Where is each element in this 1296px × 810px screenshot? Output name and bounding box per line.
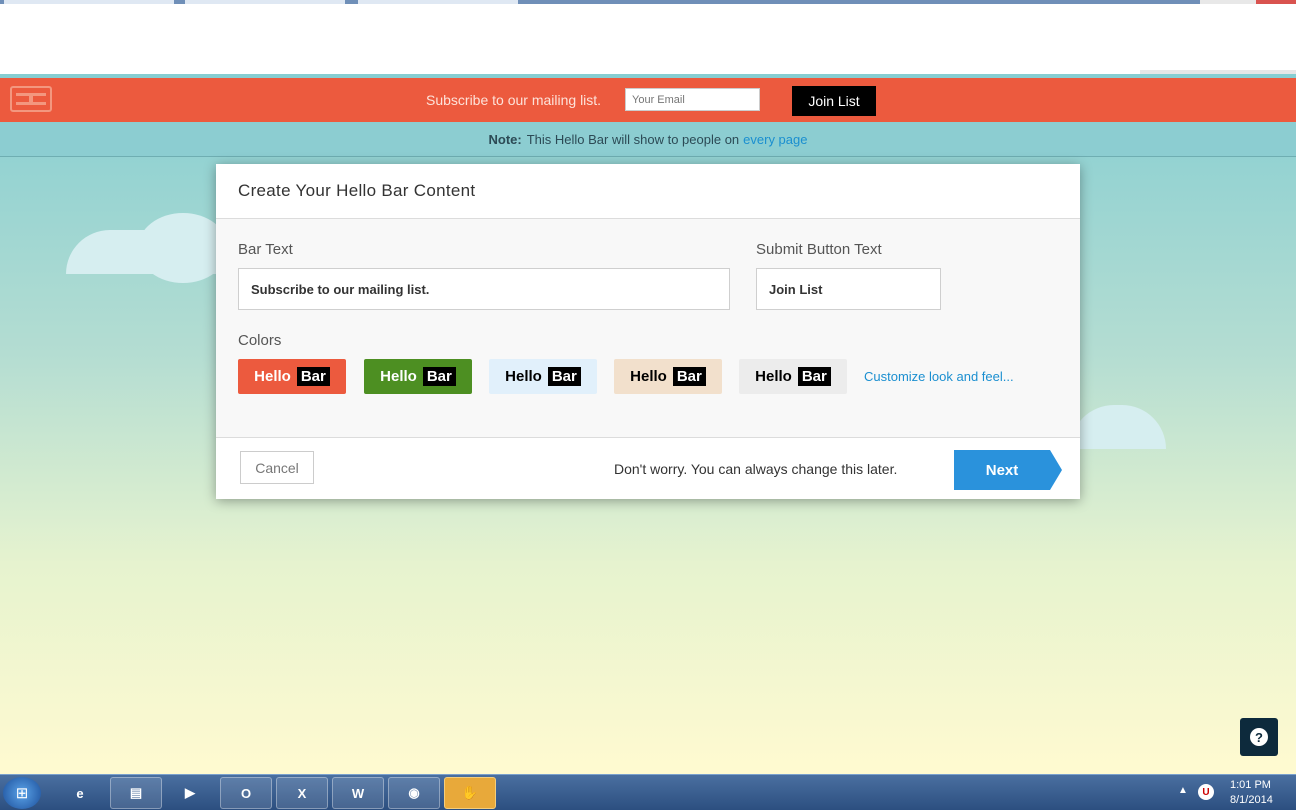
footer-note: Don't worry. You can always change this … bbox=[614, 461, 898, 477]
swatch-bar-tag: Bar bbox=[672, 367, 706, 386]
file-explorer-icon[interactable]: ▤ bbox=[110, 777, 162, 809]
color-swatch-beige[interactable]: Hello Bar bbox=[614, 359, 722, 394]
windows-start-icon[interactable]: ⊞ bbox=[3, 777, 41, 809]
tray-expand-icon[interactable]: ▲ bbox=[1178, 785, 1188, 796]
swatch-bar-tag: Bar bbox=[422, 367, 456, 386]
every-page-link[interactable]: every page bbox=[743, 132, 807, 147]
color-swatch-gray[interactable]: Hello Bar bbox=[739, 359, 847, 394]
customize-look-link[interactable]: Customize look and feel... bbox=[864, 369, 1014, 384]
media-player-icon[interactable]: ▶ bbox=[164, 777, 216, 809]
handshake-icon[interactable]: ✋ bbox=[444, 777, 496, 809]
cancel-button[interactable]: Cancel bbox=[240, 451, 314, 484]
note-text: This Hello Bar will show to people on bbox=[526, 131, 740, 147]
swatch-hello-text: Hello bbox=[380, 368, 417, 385]
hello-bar-email-input[interactable] bbox=[625, 88, 760, 111]
swatch-bar-tag: Bar bbox=[296, 367, 330, 386]
hello-bar-preview: Subscribe to our mailing list. Join List bbox=[0, 78, 1296, 122]
create-content-modal: Create Your Hello Bar Content Bar Text S… bbox=[216, 164, 1080, 499]
question-icon: ? bbox=[1250, 728, 1268, 746]
chrome-icon[interactable]: ◉ bbox=[388, 777, 440, 809]
submit-button-text-label: Submit Button Text bbox=[756, 241, 882, 258]
outlook-icon[interactable]: O bbox=[220, 777, 272, 809]
note-bar: Note: This Hello Bar will show to people… bbox=[0, 122, 1296, 157]
note-label: Note: bbox=[488, 131, 522, 147]
swatch-hello-text: Hello bbox=[254, 368, 291, 385]
color-swatch-red[interactable]: Hello Bar bbox=[238, 359, 346, 394]
submit-button-text-input[interactable] bbox=[756, 268, 941, 310]
swatch-bar-tag: Bar bbox=[797, 367, 831, 386]
browser-toolbar-area bbox=[4, 4, 1296, 74]
swatch-bar-tag: Bar bbox=[547, 367, 581, 386]
swatch-hello-text: Hello bbox=[755, 368, 792, 385]
tray-app-icon[interactable]: U bbox=[1198, 784, 1214, 800]
hello-bar-join-button[interactable]: Join List bbox=[792, 86, 876, 116]
hello-bar-logo-icon[interactable] bbox=[10, 86, 52, 112]
next-button[interactable]: Next bbox=[954, 450, 1062, 490]
help-button[interactable]: ? bbox=[1240, 718, 1278, 756]
internet-explorer-icon[interactable]: e bbox=[54, 777, 106, 809]
cloud-decoration bbox=[138, 213, 228, 283]
clock-time[interactable]: 1:01 PM bbox=[1230, 779, 1271, 791]
color-swatch-green[interactable]: Hello Bar bbox=[364, 359, 472, 394]
bar-text-label: Bar Text bbox=[238, 241, 293, 258]
swatch-hello-text: Hello bbox=[505, 368, 542, 385]
clock-date[interactable]: 8/1/2014 bbox=[1230, 794, 1273, 806]
colors-label: Colors bbox=[238, 332, 282, 349]
color-swatch-light-blue[interactable]: Hello Bar bbox=[489, 359, 597, 394]
modal-footer: Cancel Don't worry. You can always chang… bbox=[216, 437, 1080, 499]
bar-text-input[interactable] bbox=[238, 268, 730, 310]
hello-bar-text: Subscribe to our mailing list. bbox=[426, 92, 602, 108]
modal-title: Create Your Hello Bar Content bbox=[216, 164, 1080, 219]
word-icon[interactable]: W bbox=[332, 777, 384, 809]
excel-icon[interactable]: X bbox=[276, 777, 328, 809]
windows-taskbar: ⊞ e ▤ ▶ O X W ◉ ✋ ▲ U 1:01 PM 8/1/2014 bbox=[0, 774, 1296, 810]
swatch-hello-text: Hello bbox=[630, 368, 667, 385]
